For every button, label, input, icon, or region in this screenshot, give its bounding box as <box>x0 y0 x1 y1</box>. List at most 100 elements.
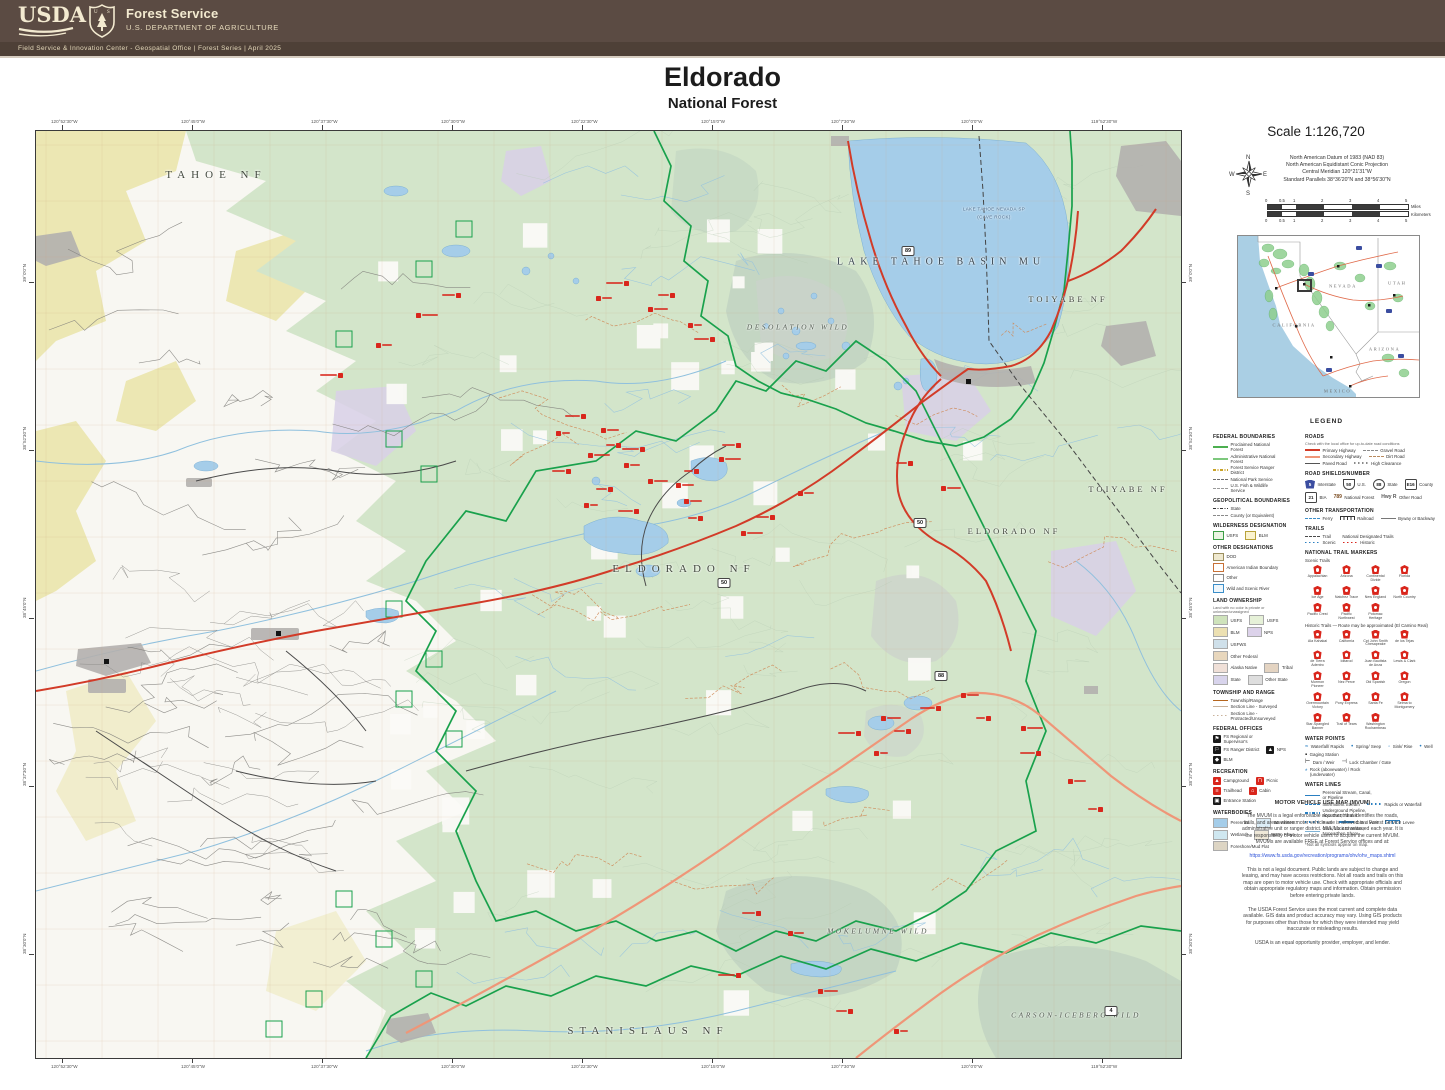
trail-marker-icon <box>1400 630 1409 639</box>
legend-entry-label: Proclaimed National Forest <box>1231 442 1283 452</box>
latitude-label: 38°45'0"N <box>1188 598 1193 618</box>
header-strip: Field Service & Innovation Center - Geos… <box>0 42 1445 58</box>
legend-swatch: 21 <box>1305 492 1317 503</box>
legend-entry-label: Primary Highway <box>1323 448 1356 453</box>
legend-section-heading: OTHER TRANSPORTATION <box>1305 508 1440 514</box>
legend-entry-label: Cabin <box>1259 788 1270 793</box>
legend-entry-label: USFS <box>1231 618 1243 623</box>
legend-entry: U.S. Fish & Wildlife Service <box>1213 483 1283 493</box>
latitude-label: 39°0'0"N <box>1188 264 1193 282</box>
legend-section-heading: NATIONAL TRAIL MARKERS <box>1305 550 1440 556</box>
usda-logo-text: USDA <box>18 5 76 25</box>
longitude-label: 120°52'30"W <box>51 1064 78 1069</box>
legend-entry: ▲Campground <box>1213 777 1249 785</box>
trail-marker: Iditarod <box>1334 650 1359 668</box>
trail-marker-label: Potomac Heritage <box>1363 613 1388 621</box>
legend-entry: Trail <box>1305 534 1331 539</box>
tick-mark <box>582 1058 583 1063</box>
latitude-label: 38°37'30"N <box>22 763 27 786</box>
legend-entry-label: Rock (abovewater) / Rock (underwater) <box>1310 767 1362 777</box>
legend-swatch: ▣ <box>1213 797 1221 805</box>
tick-mark <box>29 954 34 955</box>
legend-entry-label: FS Ranger District <box>1224 747 1260 752</box>
trail-marker: Continental Divide <box>1363 565 1388 583</box>
longitude-label: 120°15'0"W <box>701 119 725 124</box>
trail-marker-icon <box>1371 603 1380 612</box>
legend-entry: E16County <box>1405 479 1433 490</box>
mvum-link[interactable]: https://www.fs.usda.gov/recreation/progr… <box>1240 853 1405 860</box>
longitude-label: 120°30'0"W <box>441 119 465 124</box>
legend-swatch: ⌂ <box>1249 787 1257 795</box>
legend-swatch <box>1213 715 1228 717</box>
legend-entry-label: Trailhead <box>1224 788 1242 793</box>
mvum-notice: MOTOR VEHICLE USE MAP (MVUM) The MVUM is… <box>1240 800 1405 954</box>
legend-swatch <box>1213 818 1228 828</box>
legend-swatch <box>1213 584 1224 593</box>
legend-entry: County (or Equivalent) <box>1213 513 1274 518</box>
tick-mark <box>452 125 453 130</box>
legend-entry-label: Well <box>1424 744 1432 749</box>
svg-text:W: W <box>1229 172 1235 178</box>
legend-entry: DOD <box>1213 553 1236 562</box>
legend-entry: Hwy ROther Road <box>1381 494 1421 500</box>
legend-swatch <box>1213 574 1224 583</box>
legend-entry: •Well <box>1419 744 1432 750</box>
legend-entry-label: Dirt Road <box>1386 454 1405 459</box>
svg-text:U: U <box>94 10 98 15</box>
longitude-label: 120°15'0"W <box>701 1064 725 1069</box>
trail-marker: Ice Age <box>1305 586 1330 600</box>
mvum-paragraph-3: The USDA Forest Service uses the most cu… <box>1240 907 1405 933</box>
trail-marker: de los Tejas <box>1392 630 1417 648</box>
legend-section-heading: ROADS <box>1305 434 1440 440</box>
trail-marker-label: Pacific Northwest <box>1334 613 1359 621</box>
legend-section-heading: FEDERAL OFFICES <box>1213 726 1297 732</box>
legend-swatch <box>1213 700 1228 701</box>
trail-marker: Juan Bautista de Anza <box>1363 650 1388 668</box>
trail-marker-icon <box>1342 671 1351 680</box>
legend-entry-label: Tribal <box>1282 665 1293 670</box>
legend-entry-label: NPS <box>1277 747 1286 752</box>
legend-entry: ⚑FS Regional or Supervisor's <box>1213 734 1276 744</box>
trail-marker-label: Nez Perce <box>1334 681 1359 685</box>
legend-entry-label: High Clearance <box>1371 461 1401 466</box>
legend-swatch: 88 <box>1373 479 1385 490</box>
scalebar-unit: Miles <box>1411 204 1421 209</box>
legend-entry: High Clearance <box>1354 461 1402 466</box>
usda-swoosh <box>18 27 74 37</box>
projection-line: Standard Parallels 38°36'20"N and 38°56'… <box>1272 177 1402 184</box>
legend-entry-label: State <box>1231 677 1241 682</box>
legend-swatch <box>1213 563 1224 572</box>
trail-marker-icon <box>1371 713 1380 722</box>
legend-entry: ▪Gaging Station <box>1305 752 1339 758</box>
tick-mark <box>1181 786 1186 787</box>
longitude-label: 120°30'0"W <box>441 1064 465 1069</box>
legend-section-heading: ROAD SHIELDS/NUMBER <box>1305 471 1440 477</box>
svg-text:S: S <box>107 10 110 15</box>
legend-entry-label: Township/Range <box>1231 698 1263 703</box>
trail-marker-label: Washington Rochambeau <box>1363 723 1388 731</box>
tick-mark <box>192 1058 193 1063</box>
trail-marker-icon <box>1313 630 1322 639</box>
legend-swatch: • <box>1419 744 1421 750</box>
legend-entry-label: Alaska Native <box>1231 665 1258 670</box>
tick-mark <box>1181 954 1186 955</box>
legend-entry-label: U.S. Fish & Wildlife Service <box>1231 483 1283 493</box>
tick-mark <box>452 1058 453 1063</box>
trail-marker: Pacific Crest <box>1305 603 1330 621</box>
trail-marker-label: Oregon <box>1392 681 1417 685</box>
legend-swatch <box>1245 531 1256 540</box>
legend-entry: National Park Service <box>1213 477 1273 482</box>
legend-section-heading: WATER LINES <box>1305 782 1440 788</box>
trail-marker: Florida <box>1392 565 1417 583</box>
legend-entry: Other State <box>1248 675 1288 685</box>
legend-swatch <box>1305 463 1320 464</box>
legend-entry-label: Lock Chamber / Gate <box>1349 760 1391 765</box>
legend-entry-label: Wild and Scenic River <box>1227 586 1270 591</box>
legend-swatch <box>1213 479 1228 480</box>
legend-entry-label: Scenic <box>1323 540 1336 545</box>
trail-marker: Nez Perce <box>1334 671 1359 689</box>
scalebar-tick: 4 <box>1377 218 1379 223</box>
tick-mark <box>29 450 34 451</box>
legend-entry: American Indian Boundary <box>1213 563 1278 572</box>
trail-marker-group-title: Historic Trails — Route may be approxima… <box>1305 623 1440 628</box>
